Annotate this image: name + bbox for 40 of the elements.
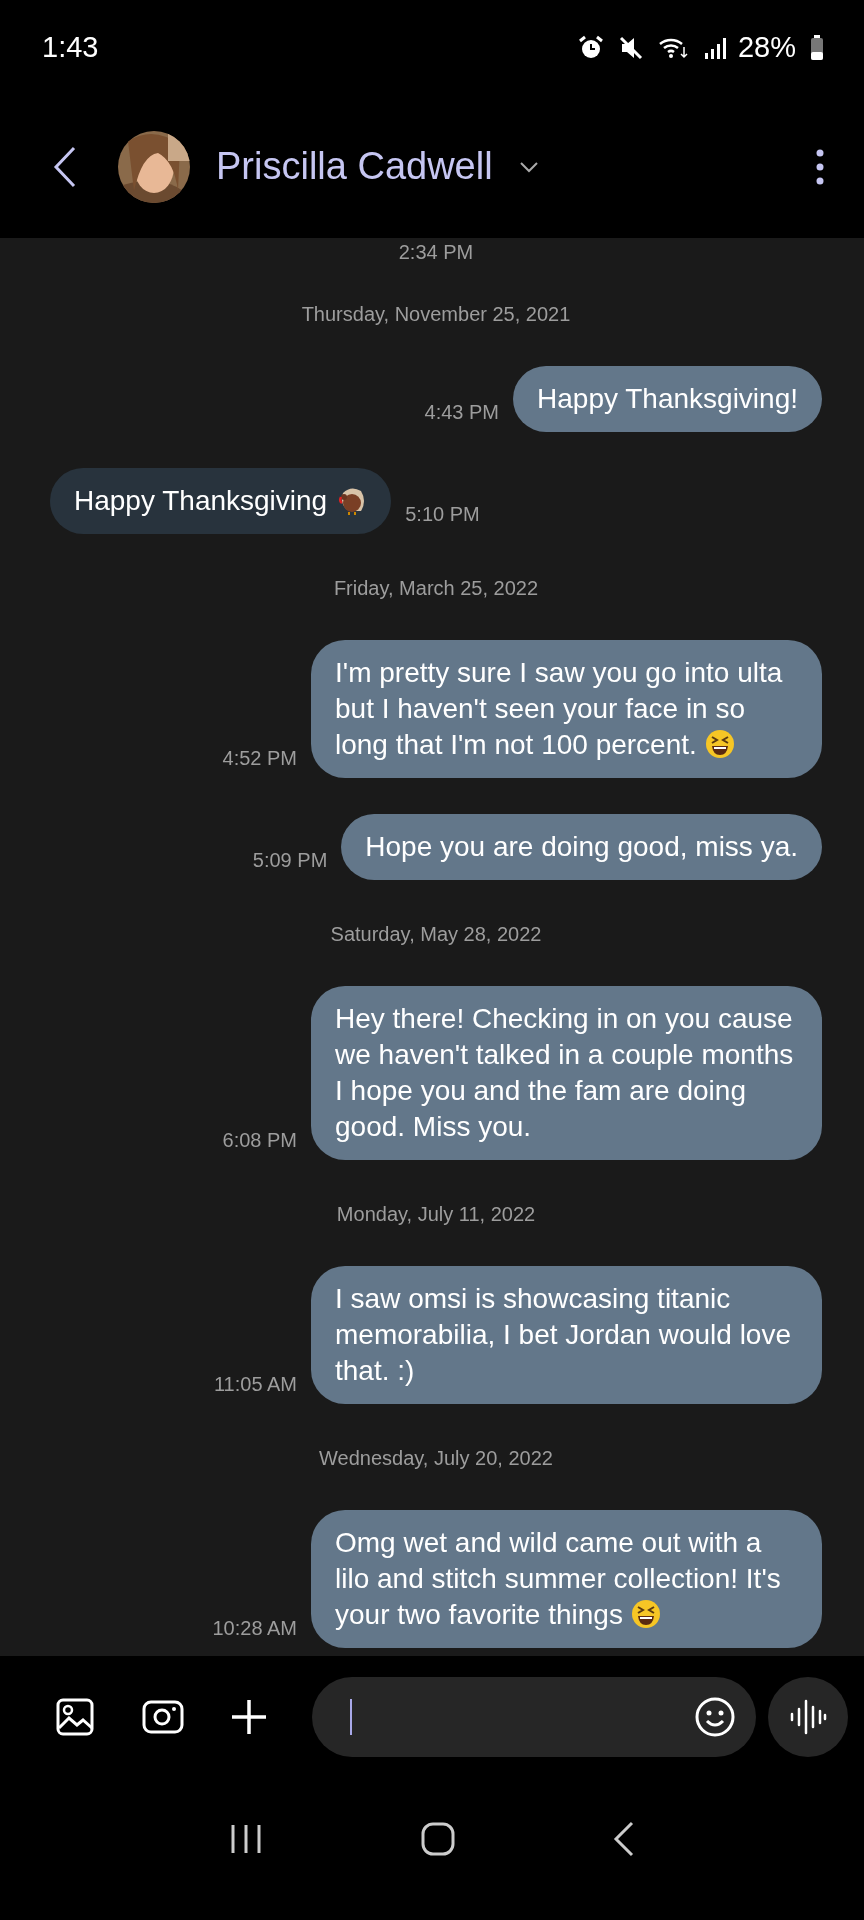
laughing-emoji-icon xyxy=(630,1599,661,1629)
recent-apps-icon[interactable] xyxy=(229,1823,263,1855)
gallery-icon[interactable] xyxy=(56,1698,94,1736)
sent-message-bubble[interactable]: Hope you are doing good, miss ya. xyxy=(341,814,822,880)
date-separator: Saturday, May 28, 2022 xyxy=(330,922,542,946)
chevron-down-icon[interactable] xyxy=(518,160,539,173)
battery-percentage: 28% xyxy=(737,31,796,64)
sent-message-bubble[interactable]: Omg wet and wild came out with a lilo and stitch summer collection! It's your two favorite things xyxy=(311,1510,822,1648)
message-time: 5:10 PM xyxy=(405,503,480,527)
home-icon[interactable] xyxy=(421,1822,455,1856)
received-message-bubble[interactable]: Happy Thanksgiving xyxy=(50,468,392,534)
more-options-icon[interactable] xyxy=(816,148,824,185)
date-separator: Wednesday, July 20, 2022 xyxy=(319,1446,553,1470)
sent-message-bubble[interactable]: Hey there! Checking in on you cause we haven't talked in a couple months I hope you and the fam are doing good. Miss you. xyxy=(311,986,822,1160)
clock-time: 1:43 xyxy=(42,31,99,64)
battery-icon xyxy=(810,34,824,61)
back-icon[interactable] xyxy=(52,145,78,188)
emoji-icon[interactable] xyxy=(694,1696,736,1738)
mute-icon xyxy=(617,34,644,61)
contact-name[interactable]: Priscilla Cadwell xyxy=(216,145,493,188)
alarm-icon xyxy=(577,34,604,61)
date-separator: Monday, July 11, 2022 xyxy=(336,1202,536,1226)
date-separator: Thursday, November 25, 2021 xyxy=(301,302,571,326)
sent-message-bubble[interactable]: Happy Thanksgiving! xyxy=(513,366,822,432)
message-time: 6:08 PM xyxy=(222,1129,297,1153)
add-icon[interactable] xyxy=(230,1698,268,1736)
back-icon[interactable] xyxy=(613,1821,635,1857)
message-time: 4:52 PM xyxy=(222,747,297,771)
message-time: 2:34 PM xyxy=(398,240,474,264)
sent-message-bubble[interactable]: I saw omsi is showcasing titanic memorabilia, I bet Jordan would love that. :) xyxy=(311,1266,822,1404)
sent-message-bubble[interactable]: I'm pretty sure I saw you go into ulta but I haven't seen your face in so long that I'm not 100 percent. xyxy=(311,640,822,778)
signal-icon xyxy=(703,35,728,60)
message-time: 11:05 AM xyxy=(213,1373,297,1397)
message-time: 10:28 AM xyxy=(212,1617,297,1641)
date-separator: Friday, March 25, 2022 xyxy=(333,576,539,600)
message-time: 5:09 PM xyxy=(252,849,328,873)
camera-icon[interactable] xyxy=(142,1699,184,1735)
laughing-emoji-icon xyxy=(704,729,735,759)
message-time: 4:43 PM xyxy=(424,401,500,425)
waveform-icon xyxy=(788,1697,828,1737)
